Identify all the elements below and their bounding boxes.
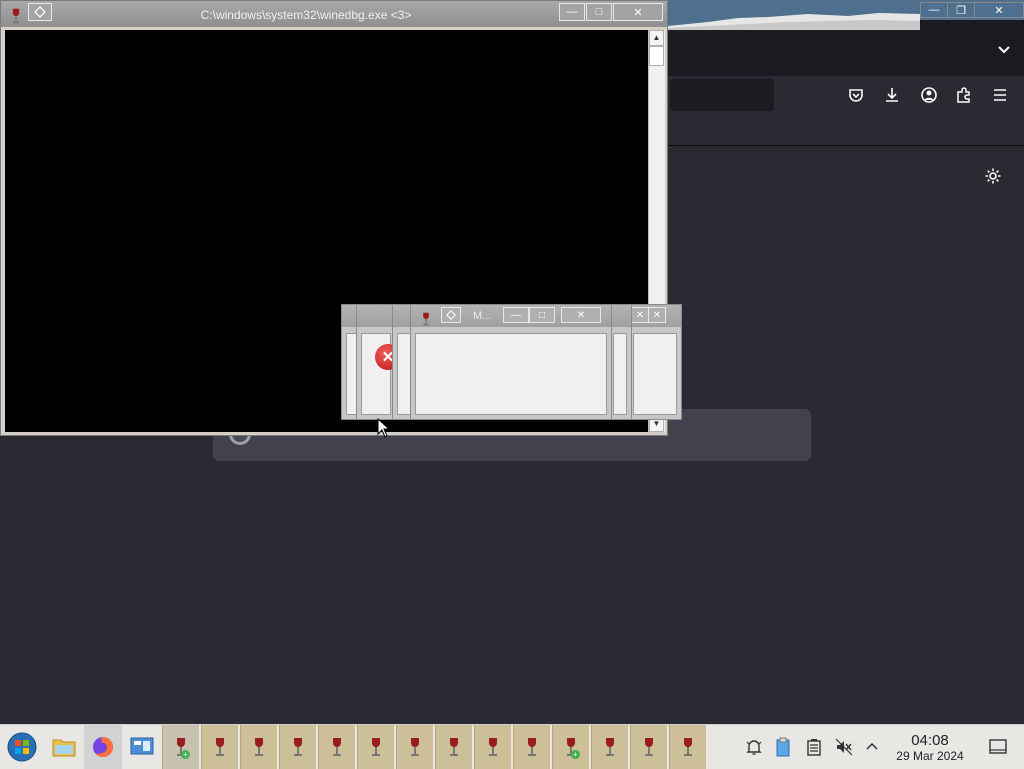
desktop-wallpaper-strip <box>668 0 920 30</box>
volume-muted-icon[interactable] <box>833 736 855 758</box>
wine-task-button[interactable] <box>669 725 706 769</box>
file-manager-icon[interactable] <box>46 725 82 769</box>
dialog-close-button[interactable]: ✕ <box>631 307 649 323</box>
clock-time[interactable]: 04:08 <box>890 732 970 749</box>
tray-expand-icon[interactable] <box>861 736 883 758</box>
url-bar[interactable] <box>670 79 774 111</box>
extensions-icon[interactable] <box>953 84 975 106</box>
scroll-thumb[interactable] <box>649 46 664 66</box>
wine-task-button[interactable] <box>279 725 316 769</box>
clipboard-icon[interactable] <box>772 736 794 758</box>
wine-task-button[interactable] <box>357 725 394 769</box>
close-button[interactable]: ✕ <box>613 3 663 21</box>
wine-task-button[interactable] <box>318 725 355 769</box>
start-orb-icon[interactable] <box>2 725 42 769</box>
error-dialog[interactable]: ✕ <box>356 304 401 420</box>
wallpaper-landscape <box>668 13 920 30</box>
wine-task-button[interactable] <box>435 725 472 769</box>
outer-minimize-button[interactable]: — <box>920 2 948 18</box>
download-icon[interactable] <box>881 84 903 106</box>
wine-task-button[interactable]: + <box>162 725 199 769</box>
outer-window-controls: — ❐ ✕ <box>920 0 1024 20</box>
window-menu-button[interactable] <box>441 307 461 323</box>
wine-task-button[interactable] <box>630 725 667 769</box>
scroll-up-button[interactable]: ▲ <box>649 30 664 46</box>
gear-icon[interactable] <box>982 165 1004 187</box>
pocket-icon[interactable] <box>845 84 867 106</box>
dialog-maximize-button[interactable]: □ <box>529 307 555 323</box>
dialog-minimize-button[interactable]: — <box>503 307 529 323</box>
wine-app-icon <box>419 308 433 330</box>
dialog-title-bar[interactable] <box>609 305 631 327</box>
dialog-title-bar[interactable]: M... — □ ✕ <box>411 305 611 327</box>
wine-task-button[interactable] <box>396 725 433 769</box>
wine-task-button[interactable] <box>591 725 628 769</box>
account-icon[interactable] <box>918 84 940 106</box>
maximize-button[interactable]: □ <box>586 3 612 21</box>
wine-task-button[interactable] <box>513 725 550 769</box>
wine-task-button[interactable] <box>474 725 511 769</box>
dialog-body <box>415 333 607 415</box>
mouse-cursor-icon <box>377 418 391 438</box>
error-dialog[interactable]: M... — □ ✕ <box>410 304 612 420</box>
show-desktop-icon[interactable] <box>987 736 1009 758</box>
minimize-button[interactable]: — <box>559 3 585 21</box>
dialog-close-button[interactable]: ✕ <box>648 307 666 323</box>
window-title-bar[interactable]: C:\windows\system32\winedbg.exe <3> — □ … <box>1 1 667 27</box>
wine-task-button[interactable]: + <box>552 725 589 769</box>
wine-task-button[interactable] <box>240 725 277 769</box>
taskbar: + + <box>0 724 1024 769</box>
dialog-close-button[interactable]: ✕ <box>561 307 601 323</box>
dialog-title-bar[interactable] <box>357 305 395 327</box>
dialog-title: M... <box>473 310 492 322</box>
dialog-title-bar[interactable]: ✕ ✕ <box>629 305 681 327</box>
notifications-icon[interactable] <box>743 736 765 758</box>
dialog-body <box>613 333 627 415</box>
wine-task-button[interactable] <box>201 725 238 769</box>
error-dialog[interactable]: ✕ ✕ <box>628 304 682 420</box>
tab-list-chevron-icon[interactable] <box>994 40 1014 60</box>
battery-icon[interactable] <box>803 736 825 758</box>
dialog-body: ✕ <box>361 333 401 415</box>
menu-icon[interactable] <box>989 84 1011 106</box>
firefox-icon[interactable] <box>84 725 122 769</box>
dialog-body <box>633 333 677 415</box>
window-title: C:\windows\system32\winedbg.exe <3> <box>200 8 412 22</box>
outer-restore-button[interactable]: ❐ <box>947 2 975 18</box>
control-panel-icon[interactable] <box>124 725 160 769</box>
clock-date[interactable]: 29 Mar 2024 <box>884 749 976 763</box>
outer-close-button[interactable]: ✕ <box>974 2 1024 18</box>
